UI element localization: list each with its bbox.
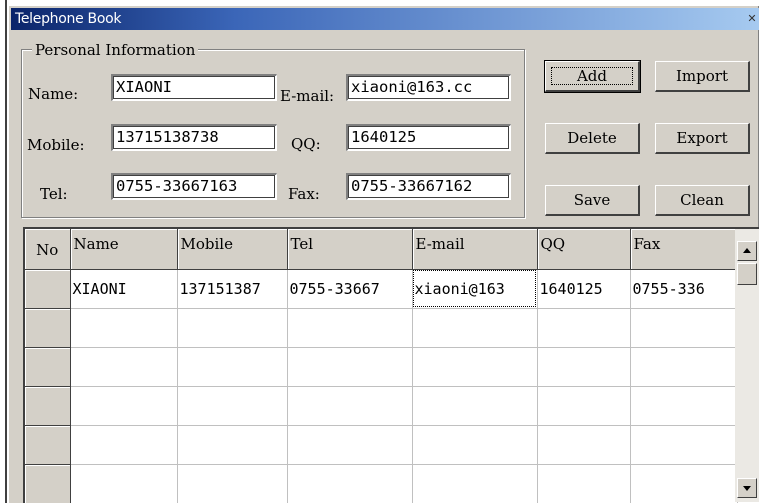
- cell-qq[interactable]: [537, 425, 631, 465]
- add-button[interactable]: Add: [544, 60, 641, 93]
- qq-input[interactable]: 1640125: [346, 124, 511, 151]
- mobile-input[interactable]: 13715138738: [111, 124, 277, 151]
- name-label: Name:: [28, 85, 79, 103]
- name-input[interactable]: XIAONI: [111, 74, 277, 101]
- delete-button[interactable]: Delete: [545, 123, 640, 154]
- cell-mobile[interactable]: [177, 425, 288, 465]
- contacts-table[interactable]: No Name Mobile Tel E-mail QQ Fax XIAONI …: [23, 227, 759, 503]
- row-header[interactable]: [25, 269, 71, 309]
- scrollbar-thumb[interactable]: [737, 263, 757, 285]
- cell-email[interactable]: [412, 425, 538, 465]
- column-header-no[interactable]: No: [25, 229, 71, 270]
- row-header[interactable]: [25, 386, 71, 426]
- cell-name[interactable]: [70, 425, 178, 465]
- row-header[interactable]: [25, 464, 71, 503]
- column-header-name[interactable]: Name: [70, 229, 178, 270]
- cell-qq[interactable]: [537, 464, 631, 503]
- column-header-mobile[interactable]: Mobile: [177, 229, 288, 270]
- cell-mobile[interactable]: [177, 347, 288, 387]
- row-header[interactable]: [25, 425, 71, 465]
- cell-qq[interactable]: [537, 308, 631, 348]
- table-row[interactable]: XIAONI 137151387 0755-33667 xiaoni@163 1…: [25, 269, 738, 309]
- cell-mobile[interactable]: 137151387: [177, 269, 288, 309]
- row-header[interactable]: [25, 347, 71, 387]
- cell-tel[interactable]: [287, 386, 413, 426]
- clean-button[interactable]: Clean: [655, 185, 750, 216]
- cell-tel[interactable]: 0755-33667: [287, 269, 413, 309]
- qq-label: QQ:: [291, 135, 321, 153]
- cell-tel[interactable]: [287, 464, 413, 503]
- cell-fax[interactable]: [630, 425, 738, 465]
- tel-input[interactable]: 0755-33667163: [111, 173, 277, 200]
- cell-mobile[interactable]: [177, 308, 288, 348]
- cell-fax[interactable]: [630, 308, 738, 348]
- mobile-label: Mobile:: [27, 136, 85, 154]
- title-bar[interactable]: Telephone Book ✕: [11, 8, 759, 30]
- cell-fax[interactable]: 0755-336: [630, 269, 738, 309]
- column-header-fax[interactable]: Fax: [630, 229, 738, 270]
- cell-fax[interactable]: [630, 464, 738, 503]
- window-title: Telephone Book: [15, 11, 122, 27]
- vertical-scrollbar[interactable]: [735, 229, 759, 502]
- left-window-edge: [0, 0, 8, 503]
- cell-email[interactable]: [412, 347, 538, 387]
- column-header-tel[interactable]: Tel: [287, 229, 413, 270]
- cell-fax[interactable]: [630, 347, 738, 387]
- table-row[interactable]: [25, 308, 738, 348]
- row-header[interactable]: [25, 308, 71, 348]
- email-label: E-mail:: [280, 87, 335, 105]
- cell-name[interactable]: [70, 386, 178, 426]
- table-header-row: No Name Mobile Tel E-mail QQ Fax: [25, 229, 738, 270]
- scroll-down-arrow-icon: [743, 486, 751, 491]
- fax-label: Fax:: [288, 185, 320, 203]
- contacts-grid: No Name Mobile Tel E-mail QQ Fax XIAONI …: [25, 229, 738, 503]
- scroll-up-arrow-icon: [743, 248, 751, 253]
- cell-email[interactable]: [412, 386, 538, 426]
- scroll-down-button[interactable]: [737, 478, 757, 498]
- cell-name[interactable]: XIAONI: [70, 269, 178, 309]
- scroll-up-button[interactable]: [737, 241, 757, 261]
- column-header-qq[interactable]: QQ: [537, 229, 631, 270]
- cell-email[interactable]: xiaoni@163: [412, 269, 538, 309]
- add-button-label: Add: [551, 67, 633, 85]
- cell-qq[interactable]: [537, 386, 631, 426]
- table-row[interactable]: [25, 386, 738, 426]
- save-button[interactable]: Save: [545, 185, 640, 216]
- import-button[interactable]: Import: [655, 61, 750, 92]
- cell-email[interactable]: [412, 308, 538, 348]
- cell-name[interactable]: [70, 464, 178, 503]
- personal-information-label: Personal Information: [32, 41, 199, 59]
- cell-mobile[interactable]: [177, 464, 288, 503]
- cell-tel[interactable]: [287, 425, 413, 465]
- tel-label: Tel:: [40, 185, 68, 203]
- cell-tel[interactable]: [287, 308, 413, 348]
- cell-mobile[interactable]: [177, 386, 288, 426]
- column-header-email[interactable]: E-mail: [412, 229, 538, 270]
- cell-name[interactable]: [70, 308, 178, 348]
- cell-fax[interactable]: [630, 386, 738, 426]
- export-button[interactable]: Export: [655, 123, 750, 154]
- table-row[interactable]: [25, 347, 738, 387]
- table-row[interactable]: [25, 425, 738, 465]
- cell-email[interactable]: [412, 464, 538, 503]
- cell-tel[interactable]: [287, 347, 413, 387]
- fax-input[interactable]: 0755-33667162: [346, 173, 511, 200]
- telephone-book-window: Telephone Book ✕ Personal Information Na…: [8, 5, 759, 503]
- email-input[interactable]: xiaoni@163.cc: [346, 74, 511, 101]
- table-row[interactable]: [25, 464, 738, 503]
- cell-qq[interactable]: [537, 347, 631, 387]
- cell-qq[interactable]: 1640125: [537, 269, 631, 309]
- close-icon[interactable]: ✕: [747, 13, 757, 25]
- cell-name[interactable]: [70, 347, 178, 387]
